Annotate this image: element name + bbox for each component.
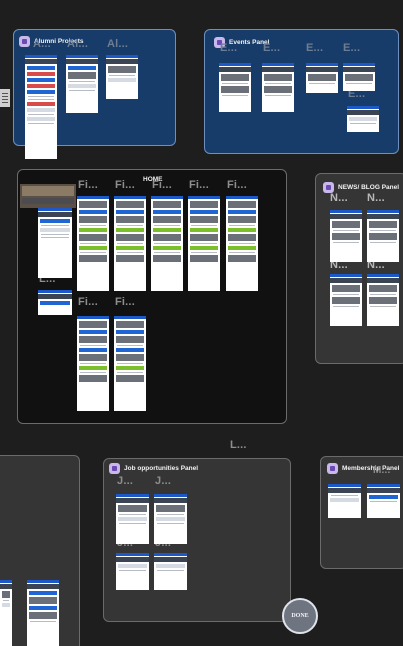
frame-label[interactable]: Fi... bbox=[227, 179, 247, 191]
partial-frame-2[interactable] bbox=[27, 580, 59, 646]
frame-label[interactable]: J... bbox=[155, 475, 171, 487]
jobs-frame-2[interactable] bbox=[154, 494, 187, 544]
home-frame-left-2[interactable] bbox=[38, 290, 72, 315]
frame-label[interactable]: A... bbox=[33, 38, 51, 50]
home-frame-4[interactable] bbox=[188, 196, 220, 291]
events-frame-3[interactable] bbox=[306, 63, 338, 93]
news-frame-2[interactable] bbox=[367, 210, 399, 262]
jobs-frame-3[interactable] bbox=[116, 553, 149, 590]
frame-label[interactable]: Fi... bbox=[152, 179, 172, 191]
home-frame-1[interactable] bbox=[77, 196, 109, 291]
frame-label[interactable]: M... bbox=[373, 465, 390, 476]
section-icon bbox=[109, 463, 120, 474]
home-frame-7[interactable] bbox=[114, 316, 146, 411]
section-icon bbox=[327, 463, 338, 474]
alumni-frame-3[interactable] bbox=[106, 55, 138, 99]
membership-frame-1[interactable] bbox=[328, 484, 361, 518]
frame-label[interactable]: E... bbox=[263, 42, 280, 54]
alumni-frame-1[interactable] bbox=[25, 55, 57, 159]
jobs-frame-1[interactable] bbox=[116, 494, 149, 544]
membership-frame-2[interactable] bbox=[367, 484, 400, 518]
frame-label[interactable]: E... bbox=[220, 42, 237, 54]
done-badge[interactable]: DONE bbox=[282, 598, 318, 634]
home-frame-5[interactable] bbox=[226, 196, 258, 291]
frame-label[interactable]: Fi... bbox=[78, 296, 98, 308]
section-title: Membership Panel bbox=[342, 465, 400, 472]
home-photo-strip[interactable] bbox=[20, 184, 76, 208]
frame-label[interactable]: Fi... bbox=[115, 296, 135, 308]
jobs-frame-4[interactable] bbox=[154, 553, 187, 590]
frame-label[interactable]: E... bbox=[343, 42, 360, 54]
news-frame-4[interactable] bbox=[367, 274, 399, 326]
frame-label[interactable]: Fi... bbox=[78, 179, 98, 191]
events-frame-2[interactable] bbox=[262, 63, 294, 112]
partial-frame-1[interactable] bbox=[0, 580, 12, 646]
events-frame-5[interactable] bbox=[347, 106, 379, 132]
events-frame-4[interactable] bbox=[343, 63, 375, 91]
news-frame-3[interactable] bbox=[330, 274, 362, 326]
frame-label[interactable]: N... bbox=[330, 192, 348, 204]
home-frame-6[interactable] bbox=[77, 316, 109, 411]
home-frame-3[interactable] bbox=[151, 196, 183, 291]
jobs-header: Job opportunities Panel bbox=[109, 463, 198, 474]
events-frame-1[interactable] bbox=[219, 63, 251, 112]
news-frame-1[interactable] bbox=[330, 210, 362, 262]
frame-label[interactable]: L... bbox=[230, 439, 247, 451]
frame-label[interactable]: Al... bbox=[67, 38, 88, 50]
frame-label[interactable]: Fi... bbox=[189, 179, 209, 191]
design-canvas[interactable]: Alumni Projects A... Al... Al... Events … bbox=[0, 0, 403, 646]
done-badge-label: DONE bbox=[291, 613, 309, 619]
news-blog-section[interactable]: NEWS/ BLOG Panel N... N... N... N... bbox=[315, 173, 403, 364]
home-frame-2[interactable] bbox=[114, 196, 146, 291]
alumni-frame-2[interactable] bbox=[66, 55, 98, 113]
frame-label[interactable]: Al... bbox=[107, 38, 128, 50]
section-title: NEWS/ BLOG Panel bbox=[338, 184, 400, 191]
frame-label[interactable]: Fi... bbox=[115, 179, 135, 191]
section-icon bbox=[19, 36, 30, 47]
frame-label[interactable]: E... bbox=[306, 42, 323, 54]
home-frame-left[interactable] bbox=[38, 208, 72, 278]
collapsed-panel-tab[interactable] bbox=[0, 89, 10, 107]
section-title: Job opportunities Panel bbox=[124, 465, 199, 472]
frame-label[interactable]: N... bbox=[367, 192, 385, 204]
frame-label[interactable]: J... bbox=[117, 475, 133, 487]
